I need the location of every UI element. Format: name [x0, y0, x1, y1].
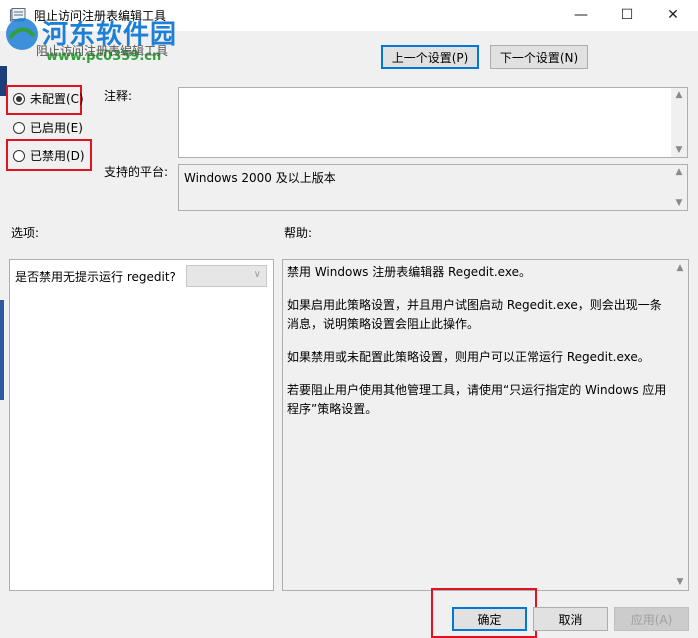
comment-scrollbar[interactable]: ▲ ▼ [671, 88, 687, 157]
scroll-down-icon[interactable]: ▼ [671, 145, 687, 155]
radio-selected-icon [13, 92, 25, 105]
radio-empty-icon [13, 121, 25, 134]
scroll-up-icon[interactable]: ▲ [672, 263, 688, 273]
minimize-icon: — [574, 7, 588, 23]
help-panel: 禁用 Windows 注册表编辑器 Regedit.exe。 如果启用此策略设置… [282, 259, 689, 591]
cancel-button[interactable]: 取消 [533, 607, 608, 631]
radio-enabled[interactable]: 已启用(E) [13, 119, 83, 136]
options-panel: 是否禁用无提示运行 regedit? ∨ [9, 259, 274, 591]
radio-not-configured[interactable]: 未配置(C) [13, 90, 84, 107]
scroll-up-icon[interactable]: ▲ [671, 90, 687, 100]
close-icon: ✕ [667, 7, 679, 23]
minimize-button[interactable]: — [558, 0, 604, 30]
radio-label: 未配置(C) [30, 92, 84, 106]
scroll-up-icon[interactable]: ▲ [671, 167, 687, 177]
help-label: 帮助: [284, 226, 313, 240]
policy-title: 阻止访问注册表编辑工具 [36, 44, 169, 58]
comment-input[interactable]: ▲ ▼ [178, 87, 688, 158]
radio-label: 已禁用(D) [30, 149, 85, 163]
radio-disabled[interactable]: 已禁用(D) [13, 147, 85, 164]
platform-label: 支持的平台: [104, 165, 169, 179]
close-button[interactable]: ✕ [650, 0, 696, 30]
platform-scrollbar[interactable]: ▲ ▼ [671, 165, 687, 210]
platform-field: Windows 2000 及以上版本 ▲ ▼ [178, 164, 688, 211]
scroll-down-icon[interactable]: ▼ [671, 198, 687, 208]
prev-setting-button[interactable]: 上一个设置(P) [381, 45, 479, 69]
apply-button[interactable]: 应用(A) [614, 607, 689, 631]
chevron-down-icon: ∨ [253, 269, 261, 280]
maximize-icon: ☐ [620, 7, 634, 23]
help-paragraph: 如果禁用或未配置此策略设置，则用户可以正常运行 Regedit.exe。 [287, 350, 650, 364]
option-setting-label: 是否禁用无提示运行 regedit? [15, 270, 176, 284]
options-label: 选项: [11, 226, 40, 240]
help-scrollbar[interactable]: ▲ ▼ [672, 260, 688, 590]
comment-label: 注释: [104, 89, 133, 103]
help-text: 禁用 Windows 注册表编辑器 Regedit.exe。 如果启用此策略设置… [287, 263, 669, 433]
radio-label: 已启用(E) [30, 121, 83, 135]
platform-value: Windows 2000 及以上版本 [184, 171, 336, 185]
help-paragraph: 若要阻止用户使用其他管理工具，请使用“只运行指定的 Windows 应用程序”策… [287, 383, 667, 416]
ok-button[interactable]: 确定 [452, 607, 527, 631]
background-strip [0, 300, 4, 400]
help-paragraph: 禁用 Windows 注册表编辑器 Regedit.exe。 [287, 265, 531, 279]
maximize-button[interactable]: ☐ [604, 0, 650, 30]
help-paragraph: 如果启用此策略设置，并且用户试图启动 Regedit.exe，则会出现一条消息，… [287, 298, 662, 331]
next-setting-button[interactable]: 下一个设置(N) [490, 45, 588, 69]
radio-empty-icon [13, 149, 25, 162]
regedit-dropdown[interactable]: ∨ [186, 265, 267, 287]
scroll-down-icon[interactable]: ▼ [672, 577, 688, 587]
